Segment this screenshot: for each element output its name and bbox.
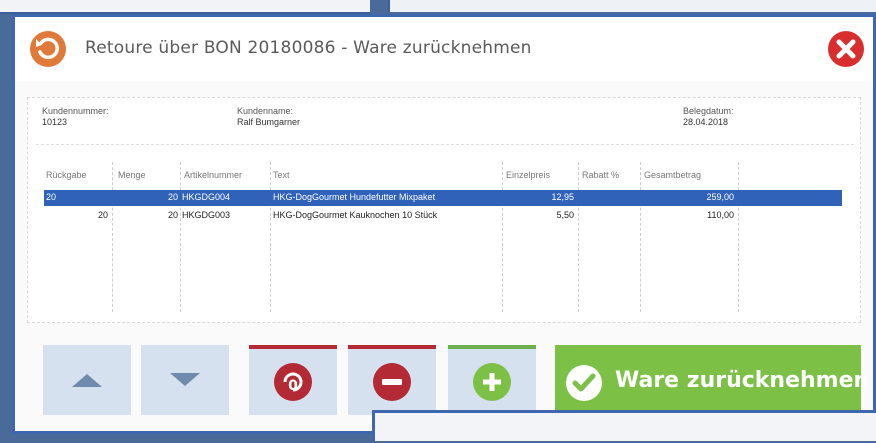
cell-menge: 20 [167,210,178,220]
background-window-title-blur [405,423,605,443]
col-header-rabatt: Rabatt % [582,170,620,180]
return-arrow-icon [30,31,66,67]
cell-einzelpreis: 5,50 [556,210,574,220]
customer-number-value: 10123 [42,117,68,127]
cell-artikelnummer: HKGDG003 [182,210,231,220]
column-divider [112,162,113,312]
customer-name-label: Kundenname: [237,106,294,116]
cell-gesamtbetrag: 110,00 [707,210,734,220]
col-header-einzelpreis: Einzelpreis [506,170,551,180]
add-item-button[interactable] [448,345,536,415]
svg-text:0: 0 [288,378,298,394]
undo-circle-icon: 0 [274,363,312,401]
cell-menge: 20 [167,192,178,202]
column-divider [502,162,503,312]
column-divider [578,162,579,312]
confirm-return-label: Ware zurücknehmen [615,368,870,393]
close-icon[interactable] [827,30,865,68]
move-up-button[interactable] [43,345,131,415]
articles-table: Rückgabe Menge Artikelnummer Text Einzel… [44,162,856,312]
background-window-left [0,0,370,14]
cell-einzelpreis: 12,95 [551,192,574,202]
column-divider [738,162,739,312]
cell-text: HKG-DogGourmet Kauknochen 10 Stück [273,210,438,220]
cell-text: HKG-DogGourmet Hundefutter Mixpaket [273,192,436,202]
column-divider [640,162,641,312]
background-window-right [388,0,876,12]
receipt-date-value: 28.04.2018 [683,117,729,127]
move-down-button[interactable] [141,345,229,415]
col-header-menge: Menge [118,170,146,180]
arrow-up-icon [72,374,102,387]
reset-quantity-button[interactable]: 0 [249,345,337,415]
column-divider [180,162,181,312]
remove-item-button[interactable] [348,345,436,415]
dialog-titlebar: Retoure über BON 20180086 - Ware zurückn… [15,17,873,81]
table-row[interactable]: 20 20 HKGDG003 HKG-DogGourmet Kauknochen… [44,208,842,224]
header-divider [36,144,854,145]
col-header-artikelnummer: Artikelnummer [184,170,243,180]
minus-circle-icon [373,363,411,401]
cell-rueckgabe[interactable]: 20 [46,192,56,202]
arrow-down-icon [170,373,200,386]
customer-number-label: Kundennummer: [42,106,109,116]
cell-artikelnummer: HKGDG004 [182,192,231,202]
column-divider [270,162,271,312]
background-window-bottom [372,410,876,441]
receipt-date-label: Belegdatum: [683,106,734,116]
check-circle-icon [566,365,602,401]
dialog-title: Retoure über BON 20180086 - Ware zurückn… [85,38,532,58]
return-dialog: Retoure über BON 20180086 - Ware zurückn… [12,14,876,434]
col-header-rueckgabe: Rückgabe [46,170,87,180]
cell-gesamtbetrag: 259,00 [706,192,734,202]
table-row[interactable]: 20 20 HKGDG004 HKG-DogGourmet Hundefutte… [44,190,842,206]
customer-name-value: Ralf Bumgarner [237,117,301,127]
col-header-text: Text [273,170,290,180]
col-header-gesamtbetrag: Gesamtbetrag [644,170,702,180]
cell-rueckgabe[interactable]: 20 [46,210,108,220]
document-panel: Kundennummer: 10123 Kundenname: Ralf Bum… [27,97,861,323]
plus-circle-icon [473,363,511,401]
